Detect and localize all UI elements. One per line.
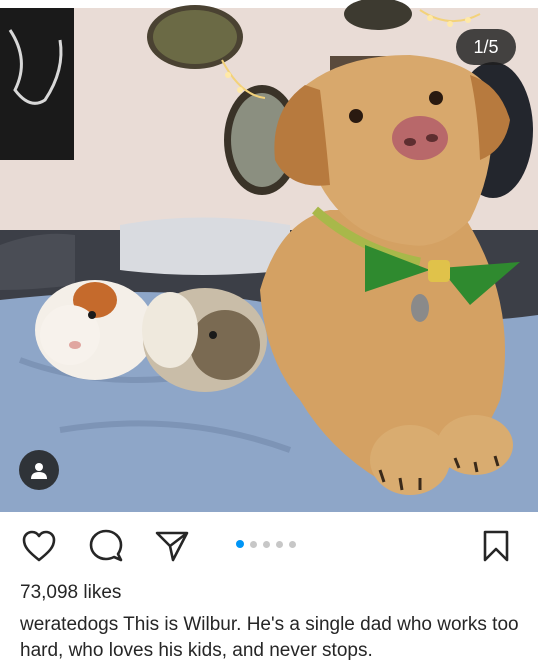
share-button[interactable] — [154, 528, 190, 564]
likes-count[interactable]: 73,098 likes — [20, 582, 121, 604]
carousel-dot — [289, 540, 296, 548]
heart-icon — [22, 530, 56, 562]
carousel-dot-active — [236, 540, 244, 548]
bookmark-icon — [483, 530, 509, 562]
carousel-indicator — [236, 540, 296, 548]
carousel-dot — [276, 540, 283, 548]
like-button[interactable] — [21, 528, 57, 564]
caption-username[interactable]: weratedogs — [20, 614, 118, 635]
post-photo — [0, 0, 538, 512]
save-button[interactable] — [478, 528, 514, 564]
comment-bubble-icon — [89, 529, 123, 562]
image-counter-badge: 1/5 — [456, 29, 516, 65]
carousel-dot — [250, 540, 257, 548]
comment-button[interactable] — [88, 528, 124, 564]
send-paper-plane-icon — [155, 531, 189, 562]
tagged-people-button[interactable] — [19, 450, 59, 490]
carousel-dot — [263, 540, 270, 548]
person-icon — [31, 463, 47, 479]
post-image[interactable]: 1/5 — [0, 0, 538, 512]
post-caption: weratedogs This is Wilbur. He's a single… — [20, 612, 525, 664]
